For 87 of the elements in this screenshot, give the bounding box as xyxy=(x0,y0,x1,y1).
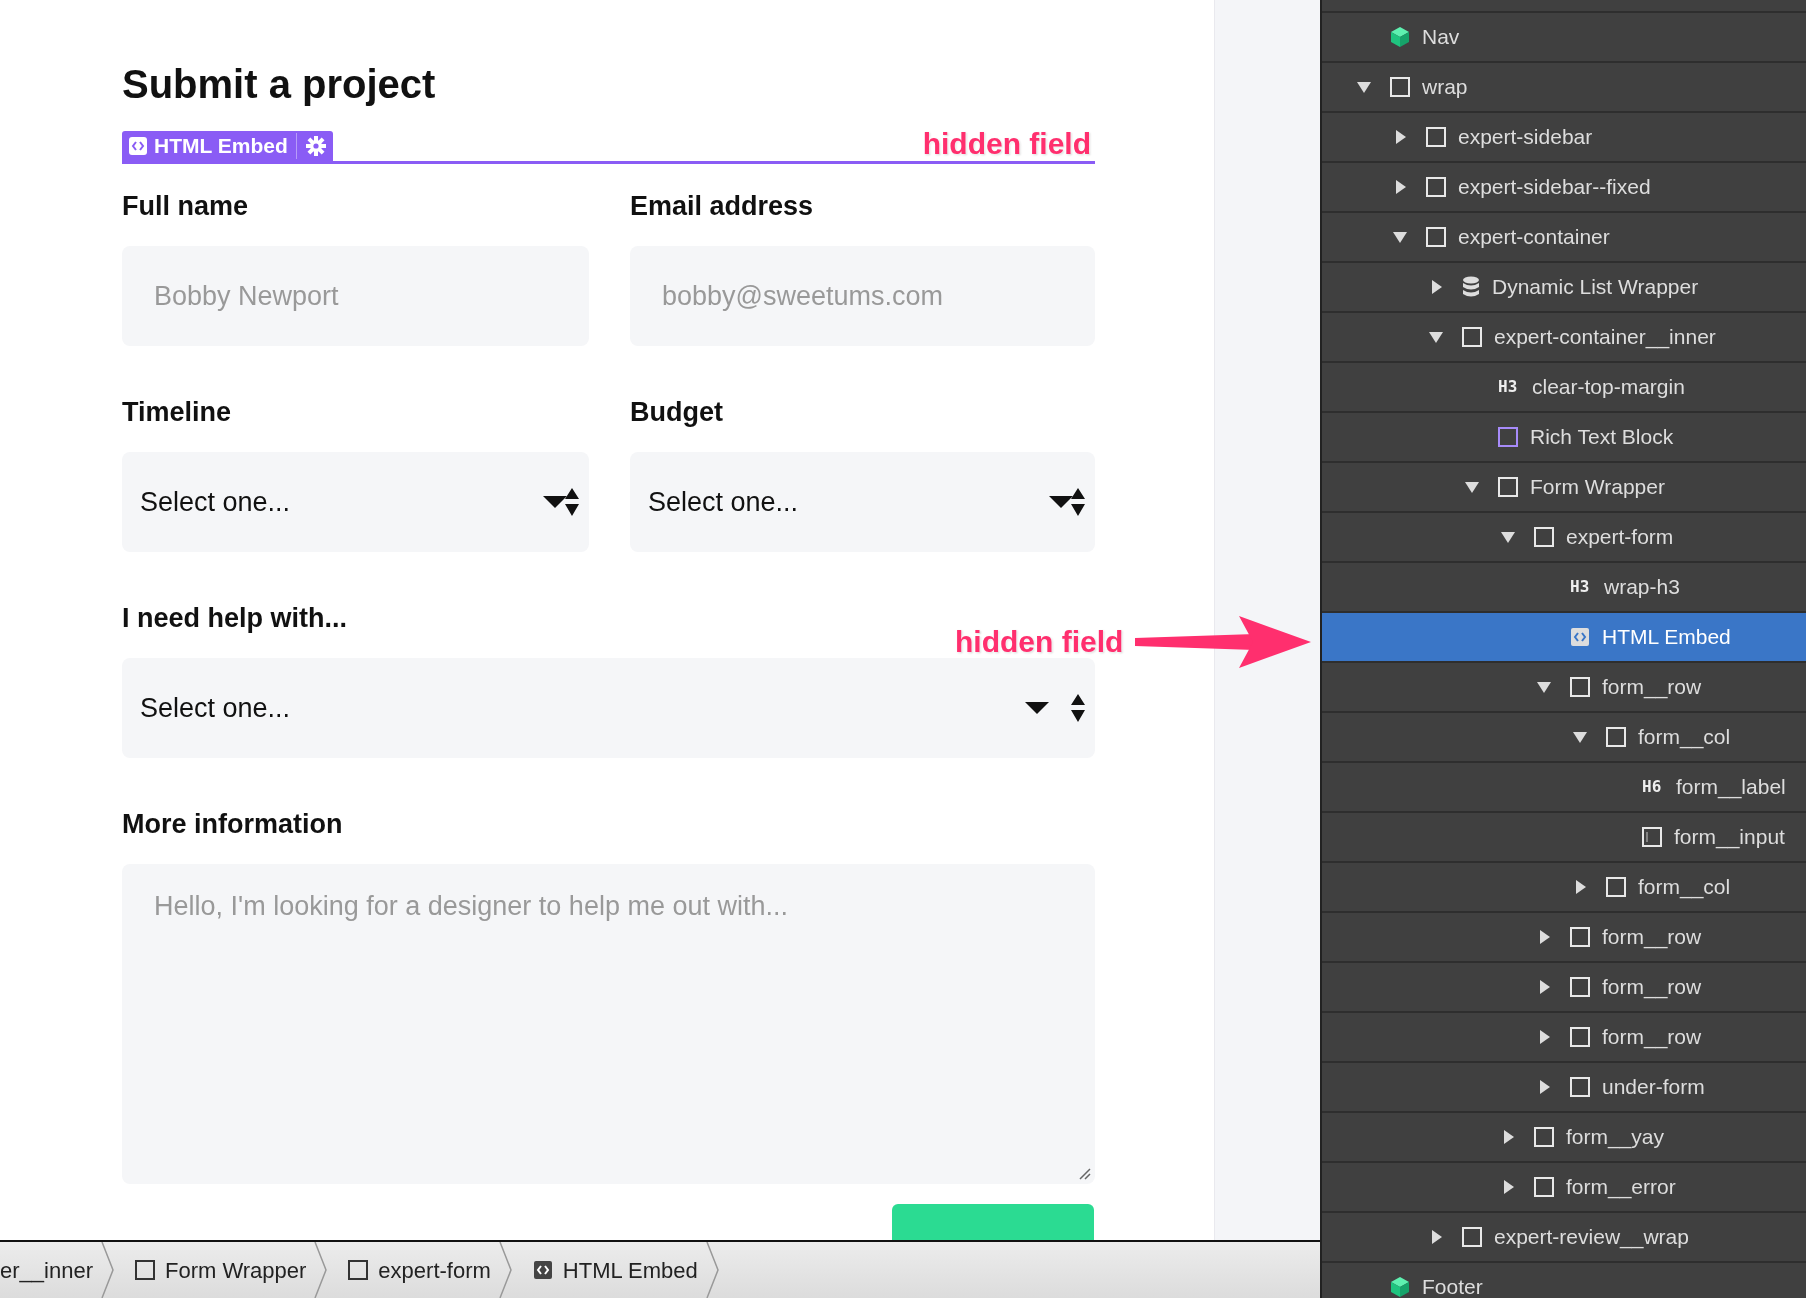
chevron-separator-icon xyxy=(314,1242,329,1298)
navigator-item[interactable]: wrap xyxy=(1322,63,1806,113)
breadcrumb-item[interactable]: expert-form xyxy=(328,1253,499,1287)
navigator-item[interactable]: form__yay xyxy=(1322,1113,1806,1163)
navigator-item[interactable]: form__col xyxy=(1322,863,1806,913)
caret-icon xyxy=(1025,701,1049,715)
navigator-item[interactable]: form__input xyxy=(1322,813,1806,863)
square-icon xyxy=(1426,177,1446,197)
embed-icon xyxy=(1570,627,1590,647)
breadcrumb-item[interactable]: HTML Embed xyxy=(512,1253,706,1287)
field-label: Full name xyxy=(122,190,250,223)
square-icon xyxy=(1462,327,1482,347)
up-down-arrow-icon xyxy=(1071,694,1085,722)
annotation-label: hidden field xyxy=(955,625,1124,659)
text-input-field[interactable]: Bobby Newport xyxy=(122,246,589,346)
cube-icon xyxy=(1390,1276,1410,1298)
database-icon xyxy=(1462,276,1480,298)
field-label: I need help with... xyxy=(122,602,349,635)
settings-icon xyxy=(304,135,327,157)
navigator-item[interactable]: expert-sidebar--fixed xyxy=(1322,163,1806,213)
html-embed-tag[interactable]: HTML Embed xyxy=(122,131,333,161)
chevron-separator-icon xyxy=(100,1242,115,1298)
square-icon xyxy=(134,1260,155,1280)
field-label: Budget xyxy=(630,396,724,429)
square-icon xyxy=(1606,877,1626,897)
navigator-item[interactable]: form__row xyxy=(1322,913,1806,963)
square-icon xyxy=(1462,1227,1482,1247)
navigator-item[interactable]: H3 clear-top-margin xyxy=(1322,363,1806,413)
input-icon xyxy=(1642,827,1662,847)
up-down-arrow-icon xyxy=(565,488,579,516)
resize-handle-icon xyxy=(1077,1166,1091,1180)
navigator-item[interactable]: Form Wrapper xyxy=(1322,463,1806,513)
heading-tag-label: H3 xyxy=(1498,376,1519,398)
navigator-item[interactable]: expert-container xyxy=(1322,213,1806,263)
navigator-item[interactable]: expert-form xyxy=(1322,513,1806,563)
up-down-arrow-icon xyxy=(1071,488,1085,516)
square-icon xyxy=(1606,727,1626,747)
text-input-field[interactable]: bobby@sweetums.com xyxy=(630,246,1095,346)
navigator-item[interactable]: Rich Text Block xyxy=(1322,413,1806,463)
square-icon xyxy=(1426,227,1446,247)
page-heading: Submit a project xyxy=(122,61,437,108)
navigator-item[interactable]: Nav xyxy=(1322,13,1806,63)
navigator-item[interactable]: form__error xyxy=(1322,1163,1806,1213)
navigator-item[interactable]: HTML Embed xyxy=(1322,613,1806,663)
select-field[interactable]: Select one... xyxy=(122,658,1095,758)
navigator-item[interactable]: Dynamic List Wrapper xyxy=(1322,263,1806,313)
navigator-item[interactable]: expert-sidebar xyxy=(1322,113,1806,163)
navigator-item[interactable]: form__col xyxy=(1322,713,1806,763)
square-icon xyxy=(1534,527,1554,547)
square-icon xyxy=(1570,1077,1590,1097)
embed-icon xyxy=(128,136,148,156)
square-icon xyxy=(1570,977,1590,997)
caret-icon xyxy=(1049,495,1073,509)
square-icon xyxy=(1534,1177,1554,1197)
annotation-label: hidden field xyxy=(922,127,1091,161)
navigator-item[interactable]: form__row xyxy=(1322,1013,1806,1063)
breadcrumb-item[interactable]: er__inner xyxy=(0,1253,101,1287)
select-field[interactable]: Select one... xyxy=(122,452,589,552)
square-icon xyxy=(1426,127,1446,147)
caret-icon xyxy=(543,495,567,509)
square-icon xyxy=(1498,427,1518,447)
select-field[interactable]: Select one... xyxy=(630,452,1095,552)
chevron-separator-icon xyxy=(705,1242,720,1298)
navigator-item[interactable]: form__row xyxy=(1322,663,1806,713)
square-icon xyxy=(1390,77,1410,97)
breadcrumb-item[interactable]: Form Wrapper xyxy=(114,1253,315,1287)
navigator-item[interactable]: expert-review__wrap xyxy=(1322,1213,1806,1263)
square-icon xyxy=(1570,927,1590,947)
navigator-item[interactable]: expert-container__inner xyxy=(1322,313,1806,363)
navigator-item[interactable]: Footer xyxy=(1322,1263,1806,1298)
heading-tag-label: H6 xyxy=(1642,776,1663,798)
navigator-item[interactable]: H6 form__label xyxy=(1322,763,1806,813)
square-icon xyxy=(1570,1027,1590,1047)
square-icon xyxy=(1534,1127,1554,1147)
cube-icon xyxy=(1390,26,1410,48)
square-icon xyxy=(1498,477,1518,497)
field-label: Timeline xyxy=(122,396,233,429)
square-icon xyxy=(348,1260,369,1280)
field-label: Email address xyxy=(630,190,815,223)
embed-icon xyxy=(532,1260,553,1280)
chevron-separator-icon xyxy=(498,1242,513,1298)
field-label: More information xyxy=(122,808,344,841)
navigator-item[interactable]: under-form xyxy=(1322,1063,1806,1113)
navigator-item[interactable]: form__row xyxy=(1322,963,1806,1013)
heading-tag-label: H3 xyxy=(1570,576,1591,598)
square-icon xyxy=(1570,677,1590,697)
textarea-field[interactable]: Hello, I'm looking for a designer to help me out with... xyxy=(122,864,1095,1184)
